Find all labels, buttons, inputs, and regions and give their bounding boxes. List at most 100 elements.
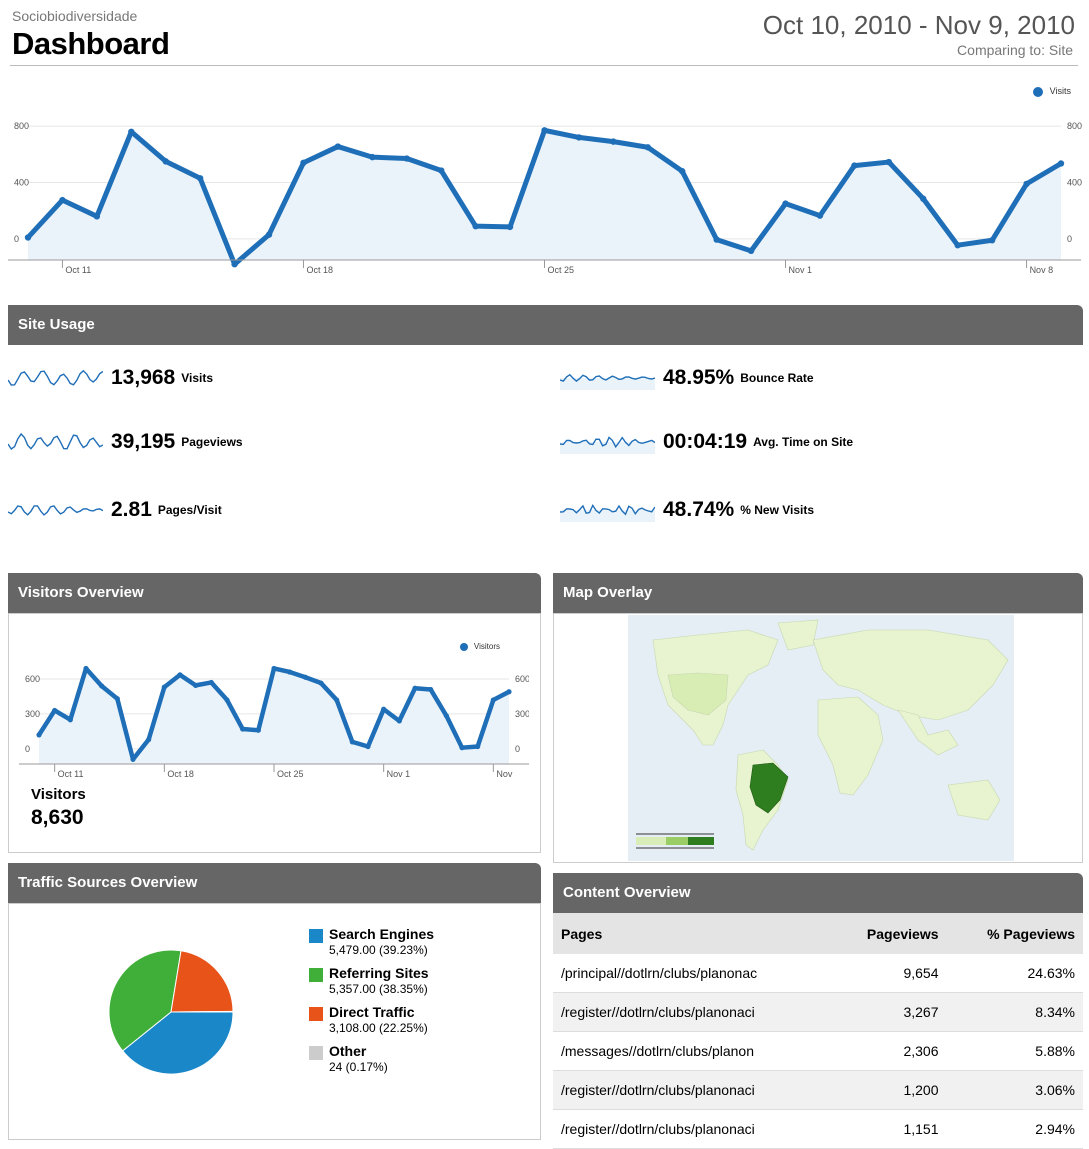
table-row[interactable]: /register//dotlrn/clubs/planonaci 1,151 …: [553, 1109, 1083, 1149]
data-point: [816, 212, 824, 219]
data-point: [83, 665, 89, 672]
search-engines-swatch: [309, 929, 323, 943]
page-path-link[interactable]: /register//dotlrn/clubs/planonaci: [553, 1109, 832, 1149]
referring-sites-swatch: [309, 968, 323, 982]
data-point: [475, 743, 481, 750]
sparkline-line: [7, 369, 104, 386]
table-row[interactable]: /messages//dotlrn/clubs/planon 2,306 5.8…: [553, 1031, 1083, 1071]
traffic-source-name: Referring Sites: [329, 965, 429, 981]
map-overlay-header[interactable]: Map Overlay: [553, 573, 1083, 613]
sparkline-icon: [559, 503, 656, 522]
page-path-link[interactable]: /messages//dotlrn/clubs/planon: [553, 1031, 832, 1071]
data-point: [271, 665, 277, 672]
table-row[interactable]: /register//dotlrn/clubs/planonaci 3,267 …: [553, 992, 1083, 1032]
traffic-pie-chart: [108, 949, 234, 1075]
metric-label: Bounce Rate: [740, 371, 814, 385]
traffic-sources-panel: Search Engines 5,479.00 (39.23%) Referri…: [8, 903, 541, 1140]
y-tick-label-left: 400: [14, 178, 29, 188]
metric-label: Visits: [181, 371, 214, 385]
page-path-link[interactable]: /register//dotlrn/clubs/planonaci: [553, 1070, 832, 1110]
metric-label: % New Visits: [740, 503, 815, 517]
x-tick-label: Nov 8: [1030, 265, 1054, 275]
x-tick-label: Nov 1: [387, 769, 411, 779]
pct-pageviews-cell: 5.88%: [946, 1031, 1083, 1071]
metric-pageviews[interactable]: 39,195 Pageviews: [7, 430, 243, 454]
traffic-source-value: 3,108.00 (22.25%): [329, 1021, 428, 1035]
pct-pageviews-cell: 2.94%: [946, 1109, 1083, 1149]
comparing-label[interactable]: Comparing to: Site: [957, 42, 1073, 58]
data-point: [920, 195, 927, 202]
data-point: [490, 697, 496, 703]
data-point: [396, 718, 402, 724]
data-point: [146, 736, 152, 743]
content-table: Pages Pageviews % Pageviews /principal//…: [553, 913, 1083, 1149]
pageviews-cell: 9,654: [831, 954, 947, 993]
table-row[interactable]: /register//dotlrn/clubs/planonaci 1,200 …: [553, 1070, 1083, 1110]
data-point: [369, 153, 376, 161]
main-chart-svg: 0 0 400 400 800 800 Oct 11 Oct 18 Oct 25 Nov 1 Nov…: [8, 121, 1082, 275]
data-point: [162, 158, 169, 165]
page-path-link[interactable]: /principal//dotlrn/clubs/planonac: [553, 954, 832, 993]
sparkline-line: [7, 432, 104, 450]
metric-label: Pages/Visit: [157, 503, 222, 517]
metric-value: 48.74%: [663, 498, 735, 521]
metric-value: 48.95%: [663, 366, 735, 389]
y-tick-label-right: 0: [515, 744, 520, 754]
col-pageviews[interactable]: Pageviews: [831, 913, 947, 954]
data-point: [128, 128, 135, 135]
sparkline-icon: [559, 373, 656, 390]
sparkline-icon: [7, 432, 104, 450]
site-usage-panel: 13,968 Visits 39,195 Pageviews 2.81 Pages/V…: [7, 345, 1083, 545]
data-point: [318, 680, 324, 686]
metric-pages-per-visit[interactable]: 2.81 Pages/Visit: [7, 498, 222, 522]
data-point: [193, 682, 199, 688]
data-point: [255, 727, 261, 733]
data-point: [196, 175, 204, 182]
visitors-chart-svg: 0 0 300 300 600 600 Oct 11 Oct 18 Oct 25 Nov 1 Nov: [19, 665, 529, 779]
y-tick-label-right: 400: [1067, 178, 1082, 188]
data-point: [130, 756, 136, 762]
traffic-source-name: Search Engines: [329, 926, 435, 942]
x-tick-label: Oct 25: [277, 769, 304, 779]
content-overview-header[interactable]: Content Overview: [553, 873, 1083, 913]
data-point: [1057, 160, 1065, 167]
data-point: [541, 127, 548, 134]
page-path-link[interactable]: /register//dotlrn/clubs/planonaci: [553, 992, 832, 1032]
visitors-label: Visitors: [31, 786, 86, 803]
y-tick-label-left: 0: [25, 744, 30, 754]
pageviews-cell: 1,151: [831, 1109, 947, 1149]
pageviews-cell: 3,267: [831, 992, 947, 1032]
metric-new-visits[interactable]: 48.74% % New Visits: [559, 498, 815, 522]
data-point: [381, 706, 387, 712]
series-area: [28, 130, 1061, 265]
data-point: [428, 686, 434, 693]
legend-label: Visits: [1049, 86, 1071, 96]
x-tick-label: Oct 18: [306, 265, 333, 275]
world-map[interactable]: [628, 615, 1014, 861]
date-range-selector[interactable]: Oct 10, 2010 - Nov 9, 2010: [763, 10, 1075, 41]
metric-bounce-rate[interactable]: 48.95% Bounce Rate: [559, 366, 814, 390]
metric-avg-time[interactable]: 00:04:19 Avg. Time on Site: [559, 430, 853, 454]
data-point: [99, 683, 105, 689]
data-point: [334, 697, 340, 703]
y-tick-label-left: 800: [14, 121, 29, 131]
data-point: [506, 223, 514, 231]
sparkline-icon: [7, 369, 104, 386]
pie-slice: [170, 950, 234, 1013]
x-tick-label: Oct 18: [167, 769, 194, 779]
metric-visits[interactable]: 13,968 Visits: [7, 366, 214, 390]
col-pct-pageviews[interactable]: % Pageviews: [946, 913, 1083, 954]
col-pages[interactable]: Pages: [553, 913, 832, 954]
sparkline-fill: [560, 510, 655, 522]
table-row[interactable]: /principal//dotlrn/clubs/planonac 9,654 …: [553, 954, 1083, 993]
visitors-overview-header[interactable]: Visitors Overview: [8, 573, 541, 613]
site-usage-header: Site Usage: [8, 305, 1083, 345]
main-chart-legend: Visits: [1033, 86, 1071, 97]
site-name: Sociobiodiversidade: [12, 8, 138, 24]
pie-slice: [170, 1010, 234, 1013]
data-point: [287, 669, 293, 675]
traffic-source-value: 5,479.00 (39.23%): [329, 943, 428, 957]
data-point: [302, 674, 308, 680]
traffic-sources-header[interactable]: Traffic Sources Overview: [8, 863, 541, 903]
x-tick-label: Oct 11: [58, 769, 84, 779]
